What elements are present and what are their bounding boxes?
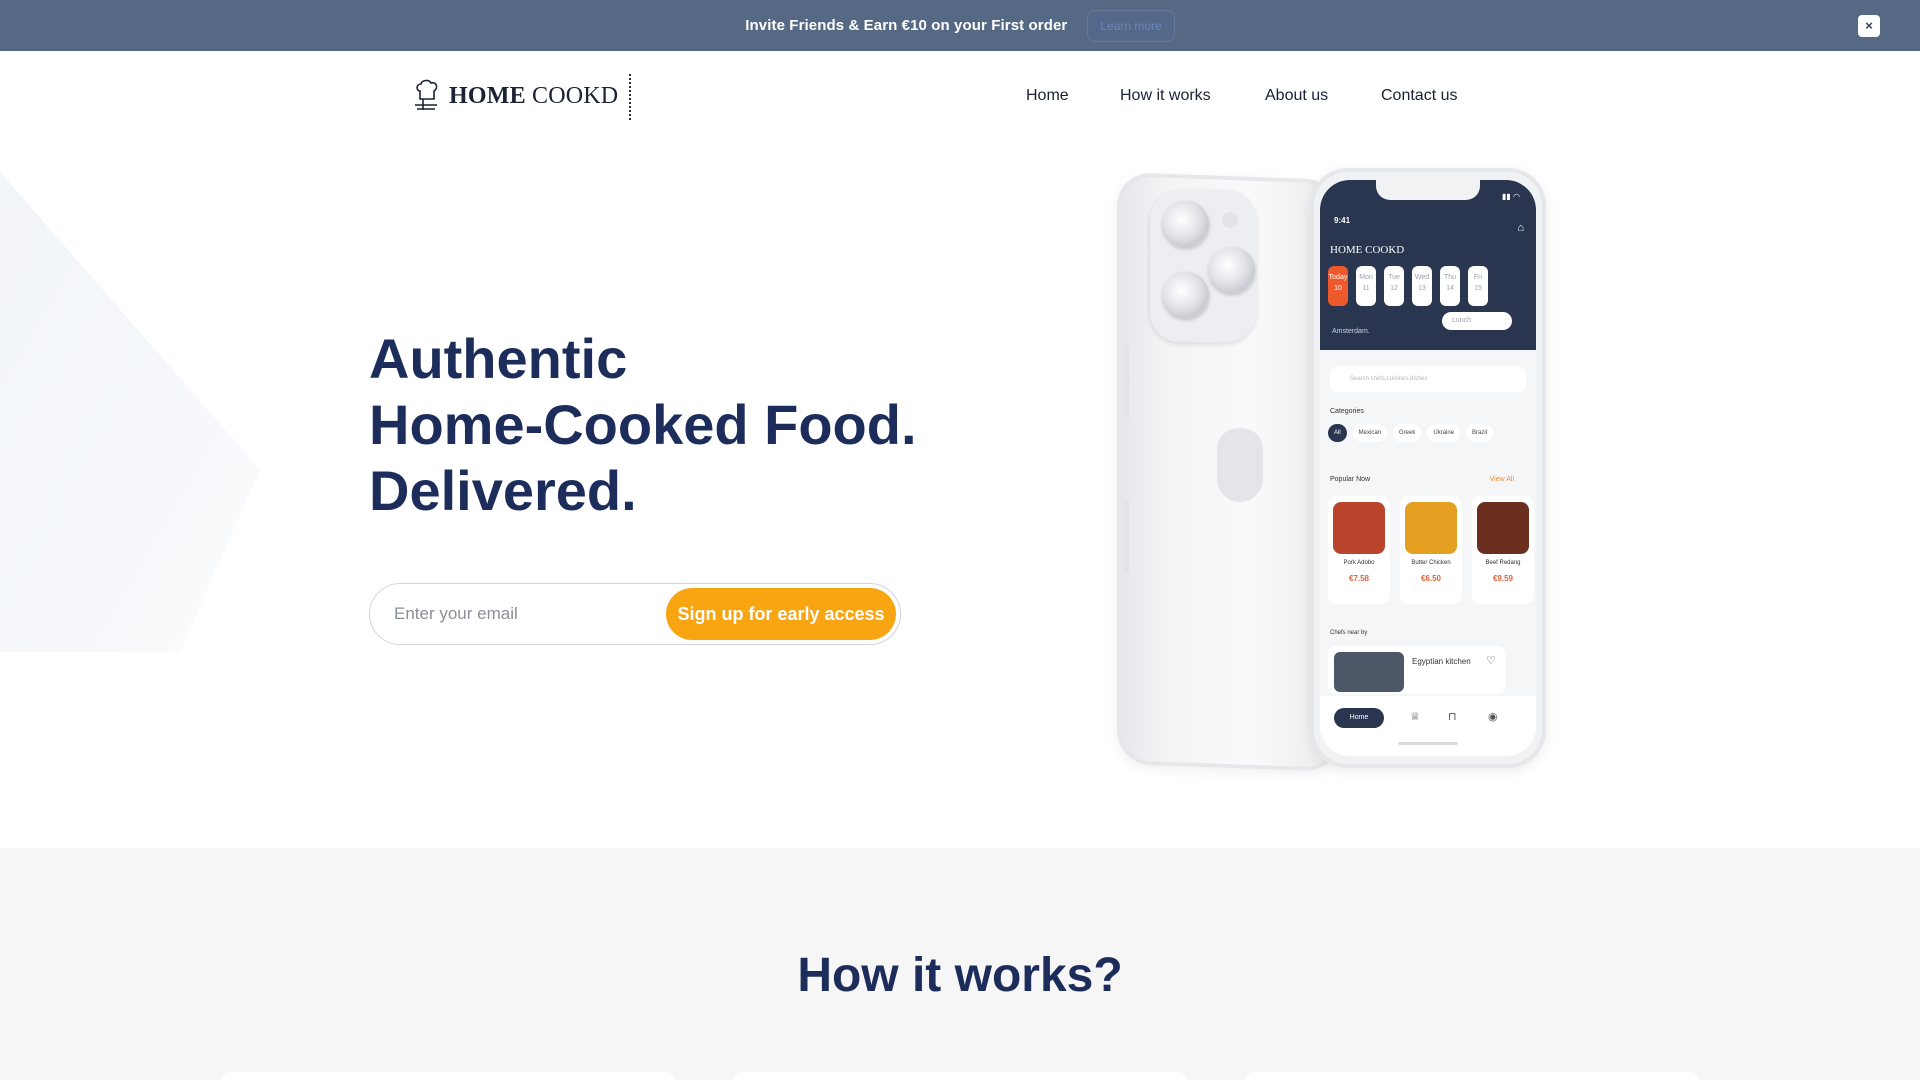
dish-image	[1333, 502, 1385, 554]
dish-price: €9.59	[1492, 574, 1514, 583]
dish-price: €7.58	[1348, 574, 1370, 583]
dish-name: Butter Chicken	[1411, 560, 1451, 566]
dish-image	[1477, 502, 1529, 554]
meal-select[interactable]: Lunch	[1442, 312, 1512, 330]
camera-flash	[1222, 212, 1238, 228]
nav-about-us[interactable]: About us	[1265, 87, 1328, 105]
dish-card[interactable]: Pork Adobo €7.58	[1328, 496, 1390, 604]
learn-more-button[interactable]: Learn more	[1087, 9, 1175, 42]
day-thu[interactable]: Thu 14	[1440, 266, 1460, 306]
camera-lens	[1163, 201, 1209, 247]
day-mon[interactable]: Mon 11	[1356, 266, 1376, 306]
nav-contact-us[interactable]: Contact us	[1381, 87, 1457, 105]
hero-title: Authentic Home-Cooked Food. Delivered.	[369, 327, 917, 522]
bag-icon[interactable]: ⊓	[1448, 710, 1457, 723]
day-tue[interactable]: Tue 12	[1384, 266, 1404, 306]
chef-card[interactable]: Egyptian kitchen ♡	[1328, 646, 1506, 694]
app-search-input[interactable]: Search chefs,cuisines,dishes	[1330, 366, 1526, 392]
profile-icon[interactable]: ◉	[1488, 710, 1498, 723]
day-fri[interactable]: Fri 15	[1468, 266, 1488, 306]
chef-image	[1334, 652, 1404, 692]
app-tab-bar: Home ♕ ⊓ ◉	[1320, 696, 1536, 756]
dish-card[interactable]: Butter Chicken €6.50	[1400, 496, 1462, 604]
phone-notch	[1376, 180, 1480, 200]
chefs-title: Chefs near by	[1330, 630, 1368, 636]
category-list: All Mexican Greek Ukraine Brazil	[1328, 424, 1499, 442]
promo-text: Invite Friends & Earn €10 on your First …	[745, 17, 1068, 34]
dish-image	[1405, 502, 1457, 554]
dish-price: €6.50	[1420, 574, 1442, 583]
promo-banner: Invite Friends & Earn €10 on your First …	[0, 0, 1920, 51]
dish-list: Pork Adobo €7.58 Butter Chicken €6.50 Be…	[1328, 496, 1536, 604]
category-all[interactable]: All	[1328, 424, 1347, 442]
phone-side-button	[1124, 344, 1129, 418]
home-indicator	[1398, 742, 1458, 745]
email-input[interactable]	[394, 584, 644, 644]
hero-decoration	[0, 172, 340, 652]
day-selector: Today 10 Mon 11 Tue 12 Wed 13 Thu 14 Fri 15	[1328, 266, 1496, 306]
tab-home[interactable]: Home	[1334, 708, 1384, 728]
day-today[interactable]: Today 10	[1328, 266, 1348, 306]
logo[interactable]: HOME COOKD	[413, 78, 618, 114]
nav-how-it-works[interactable]: How it works	[1120, 87, 1211, 105]
heart-icon[interactable]: ♡	[1486, 654, 1496, 667]
camera-lens	[1209, 247, 1255, 293]
step-card	[220, 1072, 676, 1092]
category-ukraine[interactable]: Ukraine	[1427, 424, 1461, 442]
signup-form: Sign up for early access	[369, 583, 901, 645]
app-time: 9:41	[1334, 216, 1351, 225]
category-greek[interactable]: Greek	[1393, 424, 1422, 442]
chef-hat-icon	[415, 79, 438, 110]
apple-logo-icon	[1217, 428, 1263, 502]
signup-button[interactable]: Sign up for early access	[666, 588, 896, 640]
camera-lens	[1163, 272, 1209, 318]
phone-side-button	[1124, 500, 1129, 574]
logo-text: HOME COOKD	[449, 82, 619, 109]
how-it-works-section: How it works?	[0, 848, 1920, 1092]
chef-hat-icon[interactable]: ♕	[1410, 710, 1420, 723]
view-all-link[interactable]: View All	[1490, 476, 1514, 483]
app-screen: 9:41 ▮▮ ◠ HOME COOKD ⌂ Today 10 Mon 11 Tue…	[1320, 180, 1536, 756]
dish-card[interactable]: Beef Redang €9.59	[1472, 496, 1534, 604]
location-label[interactable]: Amsterdam.	[1332, 328, 1370, 335]
day-wed[interactable]: Wed 13	[1412, 266, 1432, 306]
signal-icon: ▮▮ ◠	[1501, 192, 1520, 201]
chef-name: Egyptian kitchen	[1412, 657, 1471, 666]
bag-icon[interactable]: ⌂	[1517, 222, 1524, 234]
categories-title: Categories	[1330, 408, 1364, 415]
logo-divider	[629, 74, 631, 120]
dish-name: Beef Redang	[1485, 560, 1521, 566]
step-card	[732, 1072, 1188, 1092]
dish-name: Pork Adobo	[1343, 560, 1375, 566]
nav-home[interactable]: Home	[1026, 87, 1069, 105]
category-mexican[interactable]: Mexican	[1352, 424, 1388, 442]
how-it-works-title: How it works?	[797, 949, 1123, 1002]
category-brazil[interactable]: Brazil	[1466, 424, 1494, 442]
step-card	[1244, 1072, 1700, 1092]
app-logo: HOME COOKD	[1330, 244, 1405, 256]
popular-title: Popular Now	[1330, 476, 1371, 483]
close-icon[interactable]: ×	[1858, 15, 1880, 37]
